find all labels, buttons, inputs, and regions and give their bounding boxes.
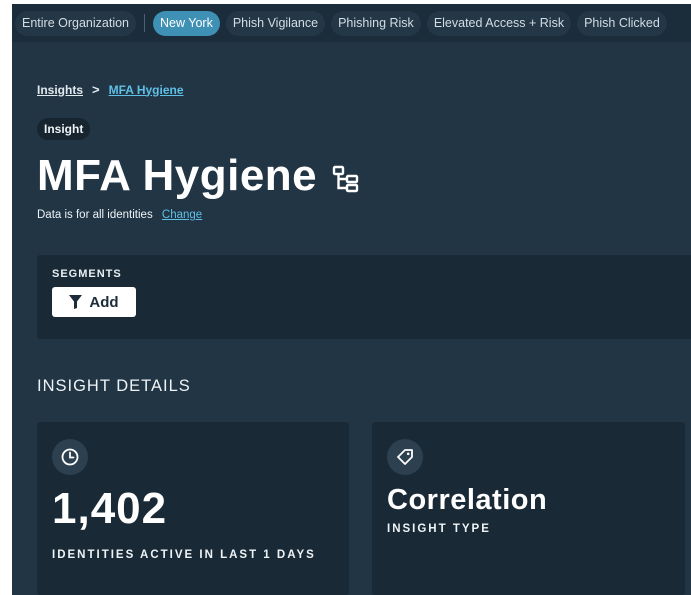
- clock-icon: [52, 439, 88, 475]
- app-window: Entire Organization New York Phish Vigil…: [12, 4, 691, 595]
- filter-chip-phishing-risk[interactable]: Phishing Risk: [331, 10, 421, 36]
- change-scope-link[interactable]: Change: [162, 209, 202, 221]
- insight-badge: Insight: [37, 118, 91, 140]
- hierarchy-icon[interactable]: [331, 164, 361, 194]
- segments-label: SEGMENTS: [52, 268, 122, 280]
- filter-chip-entire-organization[interactable]: Entire Organization: [15, 10, 137, 36]
- filter-chip-elevated-access-risk[interactable]: Elevated Access + Risk: [426, 10, 572, 36]
- breadcrumb-current-link[interactable]: MFA Hygiene: [109, 83, 184, 97]
- data-scope: Data is for all identities Change: [37, 209, 202, 221]
- insight-type-value: Correlation: [387, 484, 548, 516]
- identities-active-value: 1,402: [52, 484, 168, 533]
- segments-panel: SEGMENTS Add: [37, 255, 691, 339]
- page-title: MFA Hygiene: [37, 151, 318, 200]
- add-segment-button[interactable]: Add: [52, 287, 136, 317]
- data-scope-text: Data is for all identities: [37, 209, 153, 221]
- tag-icon: [387, 439, 423, 475]
- insight-type-card: Correlation INSIGHT TYPE: [372, 422, 685, 595]
- insight-type-label: INSIGHT TYPE: [387, 523, 491, 535]
- identities-active-card: 1,402 IDENTITIES ACTIVE IN LAST 1 DAYS: [37, 422, 349, 595]
- filter-chip-phish-clicked[interactable]: Phish Clicked: [577, 10, 667, 36]
- filter-chip-new-york[interactable]: New York: [153, 10, 220, 36]
- identities-active-label: IDENTITIES ACTIVE IN LAST 1 DAYS: [52, 549, 316, 561]
- breadcrumb: Insights > MFA Hygiene: [37, 82, 184, 97]
- breadcrumb-insights-link[interactable]: Insights: [37, 83, 83, 97]
- insight-details-heading: INSIGHT DETAILS: [37, 377, 191, 395]
- filter-divider: [144, 14, 146, 32]
- title-row: MFA Hygiene: [37, 150, 361, 202]
- filter-icon: [69, 295, 83, 309]
- breadcrumb-separator: >: [92, 82, 100, 97]
- segment-filter-bar: Entire Organization New York Phish Vigil…: [12, 4, 691, 42]
- add-segment-label: Add: [89, 293, 119, 311]
- filter-chip-phish-vigilance[interactable]: Phish Vigilance: [225, 10, 326, 36]
